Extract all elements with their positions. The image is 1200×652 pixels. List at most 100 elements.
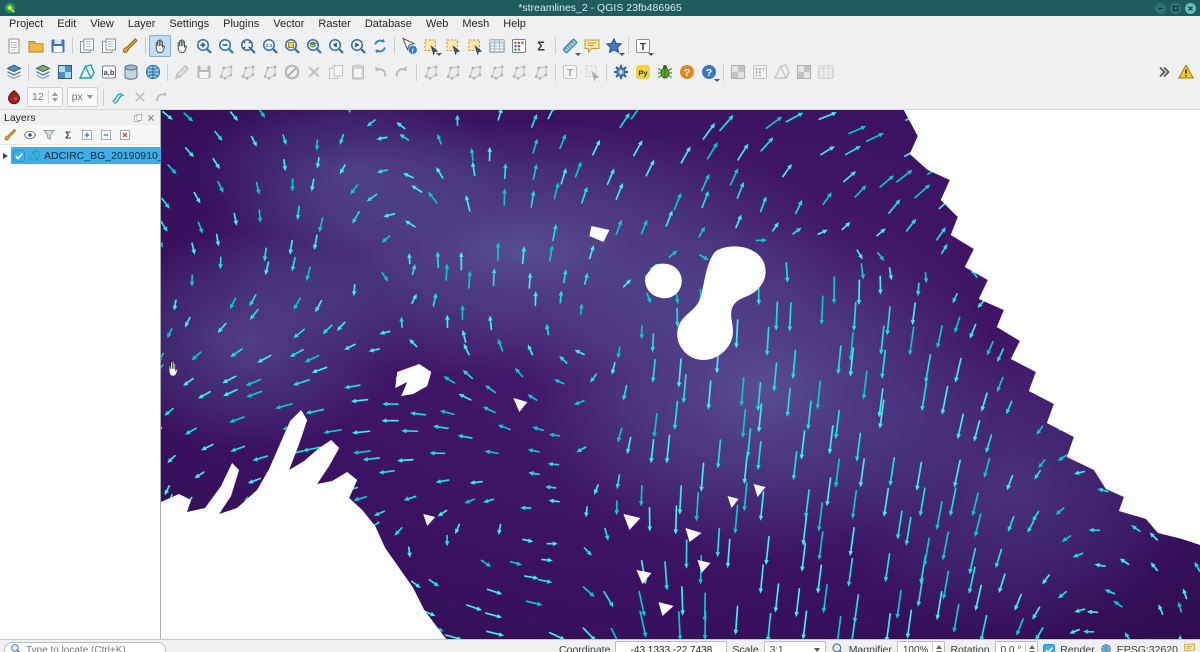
toggle-editing-button[interactable] bbox=[171, 61, 193, 83]
delete-selected-button[interactable] bbox=[281, 61, 303, 83]
rotation-spinbox[interactable]: 0.0 ° bbox=[995, 641, 1039, 652]
plugin-debugger-button[interactable] bbox=[654, 61, 676, 83]
add-raster-layer-button[interactable] bbox=[54, 61, 76, 83]
text-annotation-button[interactable]: T bbox=[632, 35, 654, 57]
help-contents-button[interactable]: ? bbox=[676, 61, 698, 83]
field-calculator-button[interactable] bbox=[508, 35, 530, 57]
annotation-tool-button[interactable]: T bbox=[559, 61, 581, 83]
font-size-combo[interactable]: 12 bbox=[27, 87, 63, 107]
reshape-features-button[interactable] bbox=[420, 61, 442, 83]
zoom-to-native-button[interactable]: 1:1 bbox=[259, 35, 281, 57]
rotate-feature-button[interactable] bbox=[486, 61, 508, 83]
panel-float-button[interactable] bbox=[133, 113, 143, 123]
menu-mesh[interactable]: Mesh bbox=[455, 17, 496, 31]
add-mesh-layer-button[interactable] bbox=[76, 61, 98, 83]
statistical-summary-button[interactable]: Σ bbox=[530, 35, 552, 57]
locate-bar[interactable] bbox=[4, 642, 166, 652]
interpolation-tool-button[interactable] bbox=[771, 61, 793, 83]
save-project-button[interactable] bbox=[47, 35, 69, 57]
close-button[interactable] bbox=[1185, 3, 1196, 14]
add-vector-layer-button[interactable] bbox=[32, 61, 54, 83]
menu-vector[interactable]: Vector bbox=[266, 17, 311, 31]
zoom-in-button[interactable] bbox=[193, 35, 215, 57]
deselect-features-button[interactable] bbox=[464, 35, 486, 57]
open-layer-styling-button[interactable] bbox=[2, 126, 19, 143]
new-bookmark-button[interactable] bbox=[603, 35, 625, 57]
copy-features-button[interactable] bbox=[325, 61, 347, 83]
identify-features-button[interactable]: i bbox=[398, 35, 420, 57]
toolbar-overflow-button[interactable] bbox=[1153, 61, 1175, 83]
dropdown-arrow-icon[interactable] bbox=[648, 53, 654, 56]
data-source-manager-button[interactable] bbox=[3, 61, 25, 83]
user-guide-button[interactable]: ? bbox=[698, 61, 720, 83]
maximize-button[interactable] bbox=[1170, 3, 1181, 14]
open-project-button[interactable] bbox=[25, 35, 47, 57]
render-checkbox[interactable] bbox=[1043, 644, 1055, 652]
move-annotation-button[interactable] bbox=[581, 61, 603, 83]
add-wms-layer-button[interactable] bbox=[142, 61, 164, 83]
spinner-arrows[interactable] bbox=[1025, 643, 1035, 652]
menu-layer[interactable]: Layer bbox=[121, 17, 163, 31]
merge-features-button[interactable] bbox=[464, 61, 486, 83]
pan-map-button[interactable] bbox=[149, 35, 171, 57]
open-attribute-table-button[interactable] bbox=[486, 35, 508, 57]
layout-manager-button[interactable] bbox=[98, 35, 120, 57]
crs-status[interactable]: EPSG:32620 bbox=[1117, 644, 1178, 652]
grid-tool-button[interactable] bbox=[815, 61, 837, 83]
zoom-last-button[interactable] bbox=[325, 35, 347, 57]
menu-settings[interactable]: Settings bbox=[162, 17, 216, 31]
add-database-layer-button[interactable] bbox=[120, 61, 142, 83]
layer-row[interactable]: ADCIRC_BG_20190910_1t bbox=[0, 147, 160, 164]
dropdown-arrow-icon[interactable] bbox=[714, 79, 720, 82]
manage-map-themes-button[interactable] bbox=[21, 126, 38, 143]
labeling-options-button[interactable] bbox=[3, 86, 25, 108]
collapse-all-button[interactable] bbox=[97, 126, 114, 143]
menu-project[interactable]: Project bbox=[2, 17, 50, 31]
filter-legend-button[interactable] bbox=[40, 126, 57, 143]
new-project-button[interactable] bbox=[3, 35, 25, 57]
map-canvas[interactable] bbox=[161, 110, 1200, 639]
filter-by-expression-button[interactable]: Σ bbox=[59, 126, 76, 143]
menu-edit[interactable]: Edit bbox=[50, 17, 83, 31]
panel-close-button[interactable] bbox=[146, 113, 156, 123]
cut-features-button[interactable] bbox=[303, 61, 325, 83]
select-features-button[interactable] bbox=[420, 35, 442, 57]
label-rotate-tool-button[interactable] bbox=[151, 86, 173, 108]
layer-expander-icon[interactable] bbox=[3, 153, 8, 159]
raster-calculator-button[interactable] bbox=[749, 61, 771, 83]
menu-plugins[interactable]: Plugins bbox=[216, 17, 266, 31]
layer-visibility-checkbox[interactable] bbox=[13, 150, 25, 162]
terrain-analysis-button[interactable] bbox=[793, 61, 815, 83]
spinner-arrows[interactable] bbox=[932, 643, 942, 652]
move-feature-button[interactable] bbox=[237, 61, 259, 83]
new-print-layout-button[interactable] bbox=[76, 35, 98, 57]
expand-all-button[interactable] bbox=[78, 126, 95, 143]
measure-button[interactable] bbox=[559, 35, 581, 57]
minimize-button[interactable] bbox=[1155, 3, 1166, 14]
processing-toolbox-button[interactable] bbox=[610, 61, 632, 83]
layer-tree[interactable]: ADCIRC_BG_20190910_1t bbox=[0, 145, 160, 639]
vertex-tool-button[interactable] bbox=[259, 61, 281, 83]
zoom-to-selection-button[interactable] bbox=[281, 35, 303, 57]
zoom-next-button[interactable] bbox=[347, 35, 369, 57]
label-delete-tool-button[interactable] bbox=[129, 86, 151, 108]
dropdown-arrow-icon[interactable] bbox=[619, 53, 625, 56]
coordinate-input[interactable] bbox=[615, 641, 727, 652]
python-console-button[interactable]: Py bbox=[632, 61, 654, 83]
select-by-expression-button[interactable] bbox=[442, 35, 464, 57]
georeferencer-button[interactable] bbox=[727, 61, 749, 83]
magnifier-icon[interactable] bbox=[831, 642, 844, 652]
menu-help[interactable]: Help bbox=[496, 17, 533, 31]
scale-combo[interactable]: 3:1 bbox=[764, 641, 826, 652]
split-features-button[interactable] bbox=[442, 61, 464, 83]
label-flow-tool-button[interactable] bbox=[107, 86, 129, 108]
add-delimited-text-layer-button[interactable]: a,b bbox=[98, 61, 120, 83]
menu-raster[interactable]: Raster bbox=[311, 17, 357, 31]
save-layer-edits-button[interactable] bbox=[193, 61, 215, 83]
messages-log-icon[interactable] bbox=[1183, 642, 1196, 652]
menu-database[interactable]: Database bbox=[358, 17, 419, 31]
paste-features-button[interactable] bbox=[347, 61, 369, 83]
trim-extend-button[interactable] bbox=[530, 61, 552, 83]
zoom-full-extent-button[interactable] bbox=[237, 35, 259, 57]
font-size-spinner[interactable] bbox=[48, 90, 58, 104]
